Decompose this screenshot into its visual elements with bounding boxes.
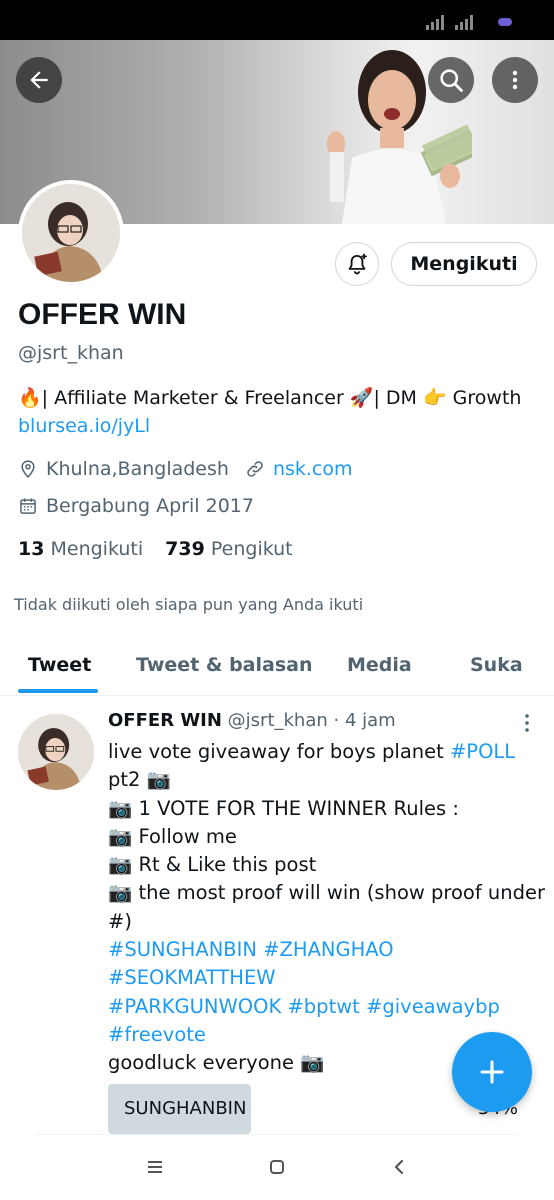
tweet-line: #PARKGUNWOOK #bptwt #giveawaybp (108, 993, 544, 1021)
tweet-text-segment: 📷 Rt & Like this post (108, 853, 317, 877)
profile-location: Khulna,Bangladesh (46, 458, 229, 480)
menu-icon (148, 1161, 162, 1173)
compose-tweet-button[interactable] (452, 1032, 532, 1112)
tweet-text-segment: #) (108, 909, 132, 933)
tweet-line: pt2 📷 (108, 766, 544, 794)
tab-media[interactable]: Media (347, 654, 412, 676)
link-icon (247, 461, 263, 477)
hashtag-link[interactable]: #SUNGHANBIN (108, 938, 257, 961)
tweet-line: #SUNGHANBIN #ZHANGHAO (108, 936, 544, 964)
tab-tweet[interactable]: Tweet (28, 654, 91, 676)
tweet-header: OFFER WIN @jsrt_khan · 4 jam (108, 710, 396, 731)
hashtag-link[interactable]: #PARKGUNWOOK (108, 995, 281, 1018)
recent-apps-button[interactable] (140, 1154, 170, 1180)
followers-stat[interactable]: 739 Pengikut (165, 538, 292, 560)
following-stat[interactable]: 13 Mengikuti (18, 538, 143, 560)
system-nav-bar (0, 1134, 554, 1200)
tweet-more-icon[interactable] (520, 712, 534, 734)
active-tab-indicator (18, 689, 98, 693)
home-square-icon (270, 1160, 284, 1174)
tab-tweet-replies[interactable]: Tweet & balasan (136, 654, 313, 676)
tweet-author[interactable]: OFFER WIN (108, 710, 222, 731)
back-button[interactable] (16, 57, 62, 103)
tweet-text: live vote giveaway for boys planet #POLL… (108, 738, 546, 1078)
back-arrow-icon (30, 71, 48, 89)
avatar-image (18, 714, 94, 790)
plus-icon (480, 1060, 504, 1084)
hashtag-link[interactable]: #bptwt (287, 995, 359, 1018)
tweet-line: 📷 Rt & Like this post (108, 851, 544, 879)
signal-icon-2 (455, 14, 477, 30)
avatar-image (22, 184, 120, 282)
tweet-avatar[interactable] (18, 714, 94, 790)
status-bar (0, 0, 554, 40)
tweet-line: #) (108, 908, 544, 936)
hashtag-link[interactable]: #freevote (108, 1023, 206, 1046)
more-options-button[interactable] (492, 57, 538, 103)
profile-tabs: Tweet Tweet & balasan Media Suka (0, 640, 554, 696)
following-button[interactable]: Mengikuti (391, 242, 537, 286)
profile-avatar[interactable] (18, 180, 124, 286)
following-label: Mengikuti (50, 538, 144, 560)
profile-joined: Bergabung April 2017 (46, 495, 254, 517)
signal-icon (426, 14, 448, 30)
system-back-button[interactable] (384, 1154, 414, 1180)
tweet-text-segment: 📷 the most proof will win (show proof un… (108, 881, 546, 905)
tweet-line: 📷 Follow me (108, 823, 544, 851)
tweet-text-segment: pt2 📷 (108, 768, 171, 792)
hashtag-link[interactable]: #POLL (450, 740, 515, 763)
tweet-text-segment: 📷 1 VOTE FOR THE WINNER Rules : (108, 796, 459, 820)
hashtag-link[interactable]: #SEOKMATTHEW (108, 966, 276, 989)
search-icon (440, 69, 463, 92)
profile-meta-location-row: Khulna,Bangladesh nsk.com (18, 458, 353, 480)
tweet-handle: @jsrt_khan (227, 710, 328, 731)
profile-handle: @jsrt_khan (18, 342, 124, 364)
bio-link[interactable]: blursea.io/jyLl (18, 412, 538, 440)
tweet-line: 📷 the most proof will win (show proof un… (108, 879, 546, 907)
more-vertical-icon (512, 70, 518, 90)
back-chevron-icon (394, 1159, 404, 1175)
tweet-line: live vote giveaway for boys planet #POLL (108, 738, 544, 766)
calendar-icon (20, 498, 36, 514)
bell-plus-icon (348, 253, 367, 275)
profile-bio: 🔥| Affiliate Marketer & Freelancer 🚀| DM… (18, 384, 538, 440)
bio-text: 🔥| Affiliate Marketer & Freelancer 🚀| DM… (18, 387, 522, 409)
tweet-line: 📷 1 VOTE FOR THE WINNER Rules : (108, 795, 544, 823)
follow-stats: 13 Mengikuti 739 Pengikut (18, 538, 293, 560)
notification-button[interactable] (335, 242, 379, 286)
following-count: 13 (18, 538, 45, 560)
not-followed-notice: Tidak diikuti oleh siapa pun yang Anda i… (14, 595, 364, 614)
followers-count: 739 (165, 538, 205, 560)
profile-joined-row: Bergabung April 2017 (18, 495, 254, 517)
tab-likes[interactable]: Suka (470, 654, 523, 676)
profile-website[interactable]: nsk.com (273, 458, 353, 480)
tweet-line: #SEOKMATTHEW (108, 964, 544, 992)
profile-name: OFFER WIN (18, 298, 187, 331)
tweet-text-segment: 📷 Follow me (108, 824, 237, 848)
tweet-time: · 4 jam (333, 710, 396, 731)
tweet-text-segment: live vote giveaway for boys planet (108, 740, 450, 763)
poll-option-label: SUNGHANBIN (124, 1098, 247, 1119)
tweet-text-segment: goodluck everyone 📷 (108, 1051, 325, 1075)
followers-label: Pengikut (210, 538, 293, 560)
home-button[interactable] (262, 1154, 292, 1180)
hashtag-link[interactable]: #giveawaybp (366, 995, 500, 1018)
search-button[interactable] (428, 57, 474, 103)
battery-icon (498, 18, 512, 26)
hashtag-link[interactable]: #ZHANGHAO (263, 938, 393, 961)
location-pin-icon (21, 460, 35, 478)
